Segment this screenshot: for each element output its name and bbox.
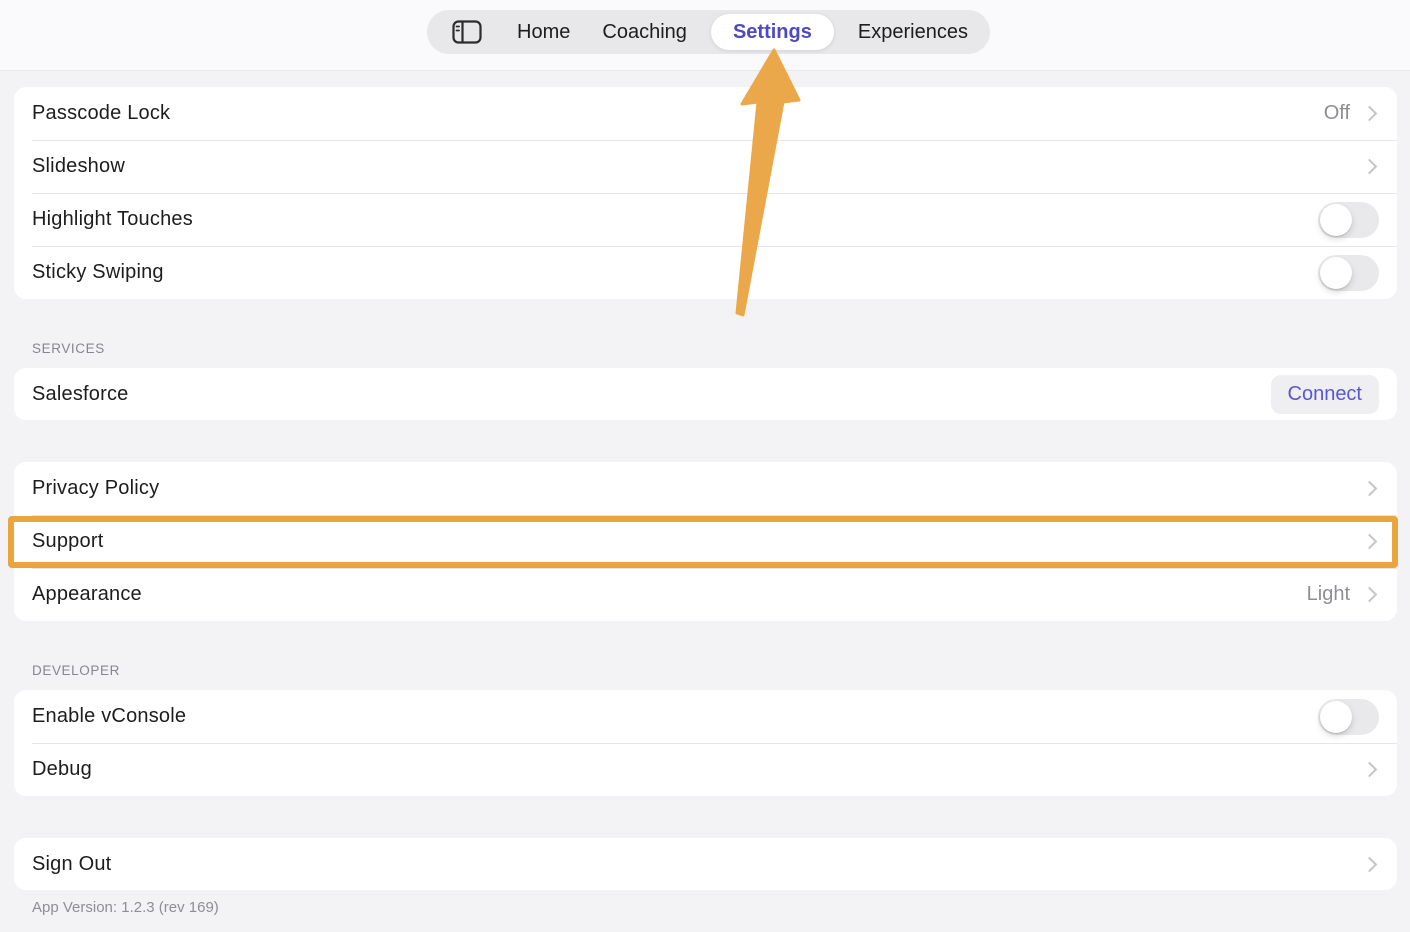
row-enable-vconsole: Enable vConsole (14, 690, 1397, 743)
chevron-right-icon (1362, 856, 1378, 872)
row-salesforce: Salesforce Connect (14, 368, 1397, 420)
row-label: Privacy Policy (32, 477, 1364, 500)
row-debug[interactable]: Debug (14, 743, 1397, 796)
chevron-right-icon (1362, 106, 1378, 122)
highlight-touches-toggle[interactable] (1318, 202, 1379, 238)
row-highlight-touches: Highlight Touches (14, 193, 1397, 246)
row-value: Off (1324, 102, 1350, 125)
navbar: Home Coaching Settings Experiences (0, 0, 1410, 71)
settings-group-info: Privacy Policy Support Appearance Light (14, 462, 1397, 621)
chevron-right-icon (1362, 534, 1378, 550)
chevron-right-icon (1362, 762, 1378, 778)
row-slideshow[interactable]: Slideshow (14, 140, 1397, 193)
toggle-knob (1320, 204, 1352, 236)
salesforce-connect-button[interactable]: Connect (1271, 375, 1380, 414)
row-label: Support (32, 530, 1364, 553)
tab-settings[interactable]: Settings (711, 14, 834, 50)
settings-group-account: Sign Out (14, 838, 1397, 890)
row-support[interactable]: Support (14, 515, 1397, 568)
section-header-developer: DEVELOPER (32, 663, 120, 678)
sidebar-toggle-icon (452, 20, 482, 44)
settings-screen: Home Coaching Settings Experiences Passc… (0, 0, 1410, 932)
settings-group-developer: Enable vConsole Debug (14, 690, 1397, 796)
row-passcode-lock[interactable]: Passcode Lock Off (14, 87, 1397, 140)
row-label: Appearance (32, 583, 1307, 606)
chevron-right-icon (1362, 587, 1378, 603)
row-label: Slideshow (32, 155, 1364, 178)
sidebar-toggle-button[interactable] (441, 14, 493, 50)
sticky-swiping-toggle[interactable] (1318, 255, 1379, 291)
row-privacy-policy[interactable]: Privacy Policy (14, 462, 1397, 515)
row-sticky-swiping: Sticky Swiping (14, 246, 1397, 299)
row-appearance[interactable]: Appearance Light (14, 568, 1397, 621)
row-label: Passcode Lock (32, 102, 1324, 125)
row-label: Sign Out (32, 853, 1364, 876)
row-label: Salesforce (32, 383, 1271, 406)
tab-bar: Home Coaching Settings Experiences (427, 10, 990, 54)
row-label: Highlight Touches (32, 208, 1318, 231)
toggle-knob (1320, 257, 1352, 289)
app-version-label: App Version: 1.2.3 (rev 169) (32, 899, 219, 916)
chevron-right-icon (1362, 159, 1378, 175)
row-value: Light (1307, 583, 1350, 606)
chevron-right-icon (1362, 481, 1378, 497)
section-header-services: SERVICES (32, 341, 105, 356)
row-label: Enable vConsole (32, 705, 1318, 728)
toggle-knob (1320, 701, 1352, 733)
tab-coaching[interactable]: Coaching (594, 14, 695, 50)
row-label: Sticky Swiping (32, 261, 1318, 284)
settings-group-services: Salesforce Connect (14, 368, 1397, 420)
row-sign-out[interactable]: Sign Out (14, 838, 1397, 890)
vconsole-toggle[interactable] (1318, 699, 1379, 735)
tab-home[interactable]: Home (509, 14, 578, 50)
row-label: Debug (32, 758, 1364, 781)
tab-experiences[interactable]: Experiences (850, 14, 976, 50)
settings-group-general: Passcode Lock Off Slideshow Highlight To… (14, 87, 1397, 299)
